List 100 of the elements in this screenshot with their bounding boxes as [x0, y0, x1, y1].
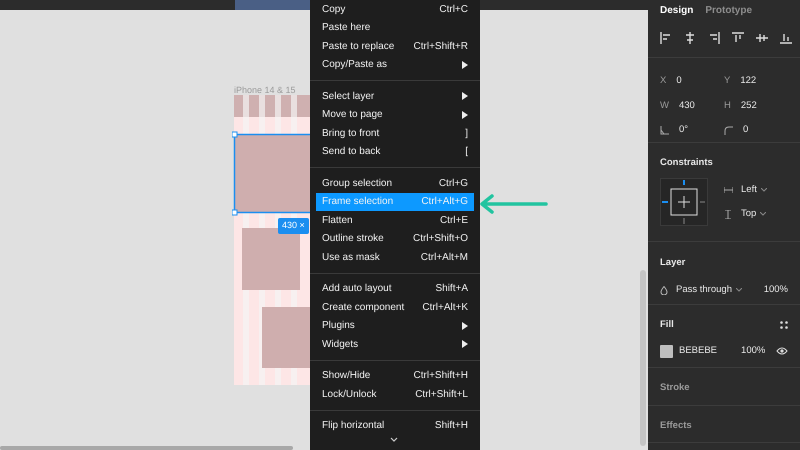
menu-item-label: Flip horizontal — [322, 419, 384, 434]
shortcut-label: ] — [465, 126, 468, 141]
menu-item-label: Widgets — [322, 338, 358, 352]
color-swatch[interactable] — [660, 344, 673, 358]
align-bottom-icon[interactable] — [780, 32, 792, 44]
menu-item[interactable]: Use as mask Ctrl+Alt+M — [316, 248, 474, 266]
menu-item[interactable]: Create component Ctrl+Alt+K — [316, 298, 474, 316]
property-value[interactable]: 252 — [740, 98, 757, 113]
constraint-dropdown[interactable]: Left — [741, 183, 767, 198]
angle-icon — [660, 126, 669, 135]
property-value[interactable]: 122 — [740, 74, 756, 88]
menu-item[interactable]: Flip horizontal Shift+H — [316, 416, 474, 435]
shortcut-label: Ctrl+Shift+L — [415, 388, 468, 402]
menu-item-label: Send to back — [322, 145, 380, 160]
property-value[interactable]: 0 — [743, 123, 748, 138]
menu-item[interactable]: Show/Hide Ctrl+Shift+H — [316, 366, 474, 385]
menu-item[interactable]: Lock/Unlock Ctrl+Shift+L — [316, 385, 474, 404]
dropdown-caret-icon — [736, 288, 742, 292]
blend-mode-icon — [660, 286, 668, 295]
property-value[interactable]: 430 — [678, 98, 695, 113]
corner-radius-icon — [724, 126, 733, 135]
menu-item-label: Plugins — [322, 319, 355, 334]
menu-item-label: Add auto layout — [322, 282, 392, 296]
align-vertical-center-icon[interactable] — [756, 32, 768, 44]
menu-item[interactable]: Move to page — [316, 106, 474, 124]
constraints-widget-icon — [660, 178, 708, 226]
panel-tab[interactable]: Prototype — [705, 3, 752, 18]
section-title: Constraints — [660, 156, 714, 170]
menu-item[interactable]: Send to back [ — [316, 142, 474, 161]
shortcut-label: Ctrl+Shift+R — [414, 40, 468, 54]
chevron-down-icon — [390, 437, 398, 442]
menu-item-label: Frame selection — [322, 195, 394, 210]
menu-item-label: Lock/Unlock — [322, 388, 376, 402]
menu-item-label: Paste to replace — [322, 40, 394, 54]
horizontal-scrollbar[interactable] — [0, 446, 293, 450]
menu-item-label: Bring to front — [322, 126, 380, 141]
menu-item-label: Create component — [322, 300, 404, 315]
rectangle-shape[interactable] — [262, 307, 312, 368]
panel-tab[interactable]: Design — [660, 3, 694, 18]
dropdown-caret-icon — [760, 188, 767, 192]
constraint-dropdown[interactable]: Top — [741, 207, 766, 222]
menu-item[interactable]: Widgets — [316, 335, 474, 354]
shortcut-label: Ctrl+Alt+K — [422, 300, 468, 315]
opacity-value[interactable]: 100% — [764, 283, 788, 298]
menu-item[interactable]: Add auto layout Shift+A — [316, 280, 474, 298]
menu-item[interactable]: Copy/Paste as — [316, 56, 474, 74]
menu-item-label: Outline stroke — [322, 232, 384, 246]
property-value[interactable]: 0 — [676, 74, 682, 88]
blend-mode-dropdown[interactable]: Pass through — [676, 283, 742, 298]
menu-item-label: Copy/Paste as — [322, 58, 388, 72]
property-label: X — [660, 74, 666, 88]
menu-item[interactable]: Plugins — [316, 316, 474, 335]
property-label: Y — [724, 74, 730, 88]
property-value[interactable]: 0° — [679, 123, 688, 138]
menu-item[interactable]: Paste to replace Ctrl+Shift+R — [316, 37, 474, 56]
shortcut-label: Shift+A — [435, 282, 468, 296]
menu-item[interactable]: Paste here — [316, 18, 474, 37]
menu-item-label: Select layer — [322, 90, 374, 104]
fill-hex-value[interactable]: BEBEBE — [679, 344, 718, 358]
grid-dots-icon — [780, 321, 788, 330]
shortcut-label: Ctrl+Alt+M — [420, 250, 468, 265]
menu-item[interactable]: Bring to front ] — [316, 124, 474, 142]
section-title: Fill — [660, 318, 674, 332]
section-title: Effects — [660, 418, 693, 432]
shortcut-label: Ctrl+G — [438, 176, 468, 191]
menu-item[interactable]: Copy Ctrl+C — [316, 0, 474, 18]
menu-item-label: Move to page — [322, 108, 383, 122]
vertical-scrollbar[interactable] — [640, 270, 646, 446]
menu-item-label: Flatten — [322, 214, 353, 228]
section-title: Layer — [660, 256, 686, 270]
align-top-icon[interactable] — [732, 32, 744, 44]
horizontal-constraint-icon — [724, 186, 733, 195]
shortcut-label: Ctrl+Shift+O — [412, 232, 468, 246]
section-title: Stroke — [660, 381, 691, 395]
shortcut-label: Ctrl+C — [439, 2, 468, 17]
menu-item[interactable]: Group selection Ctrl+G — [316, 174, 474, 192]
vertical-constraint-icon — [724, 210, 733, 219]
property-label: W — [660, 98, 669, 113]
align-horizontal-center-icon[interactable] — [684, 32, 696, 44]
shortcut-label: Ctrl+Alt+G — [421, 195, 468, 210]
selection-size-label: 430 × — [278, 218, 309, 234]
menu-item-label: Paste here — [322, 21, 370, 36]
shortcut-label: Ctrl+Shift+H — [414, 369, 468, 384]
menu-item[interactable]: Outline stroke Ctrl+Shift+O — [316, 230, 474, 248]
menu-item-label: Copy — [322, 2, 346, 17]
shortcut-label: Shift+H — [434, 419, 468, 434]
menu-item[interactable]: Select layer — [316, 87, 474, 106]
menu-item-label: Show/Hide — [322, 369, 370, 384]
menu-item-label: Group selection — [322, 176, 392, 191]
eye-icon — [776, 347, 788, 356]
shortcut-label: Ctrl+E — [440, 214, 468, 228]
fill-opacity-value[interactable]: 100% — [741, 344, 766, 358]
dropdown-caret-icon — [760, 212, 766, 216]
menu-item[interactable]: Flatten Ctrl+E — [316, 211, 474, 230]
align-left-icon[interactable] — [660, 32, 672, 44]
align-right-icon[interactable] — [708, 32, 720, 44]
property-label: H — [724, 98, 731, 113]
menu-item-label: Use as mask — [322, 250, 380, 265]
arrow-icon — [478, 194, 548, 214]
shortcut-label: [ — [465, 145, 468, 160]
